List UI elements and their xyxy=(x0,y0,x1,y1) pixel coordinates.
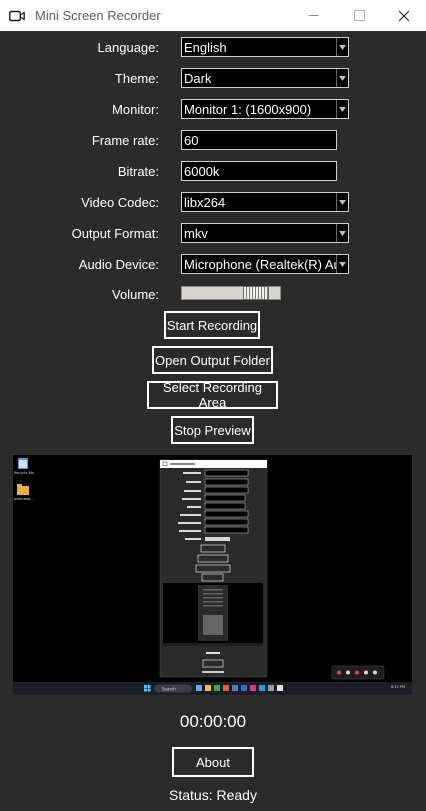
frame-rate-label: Frame rate: xyxy=(91,133,159,148)
monitor-value: Monitor 1: (1600x900) xyxy=(184,102,312,117)
taskbar-clock: 6:12 PM xyxy=(391,685,405,689)
bitrate-field[interactable] xyxy=(181,161,337,181)
chevron-down-icon[interactable] xyxy=(336,193,348,211)
volume-row: Volume: xyxy=(0,284,426,306)
theme-select[interactable]: Dark xyxy=(181,68,349,88)
chevron-down-icon[interactable] xyxy=(336,255,348,273)
minimize-icon xyxy=(308,15,318,16)
bitrate-input[interactable] xyxy=(184,163,332,179)
output-format-row: Output Format: mkv xyxy=(0,223,426,245)
recording-timer: 00:00:00 xyxy=(179,712,247,731)
language-value: English xyxy=(184,40,227,55)
select-recording-area-button[interactable]: Select Recording Area xyxy=(147,380,278,410)
video-codec-row: Video Codec: libx264 xyxy=(0,192,426,214)
volume-label: Volume: xyxy=(112,287,159,302)
theme-value: Dark xyxy=(184,71,212,86)
open-output-folder-button[interactable]: Open Output Folder xyxy=(152,346,273,374)
chevron-down-icon[interactable] xyxy=(336,69,348,87)
video-codec-value: libx264 xyxy=(184,195,226,210)
audio-device-value: Microphone (Realtek(R) Audio) xyxy=(184,257,336,272)
title-bar: Mini Screen Recorder xyxy=(0,0,426,31)
audio-device-select[interactable]: Microphone (Realtek(R) Audio) xyxy=(181,254,349,274)
language-label: Language: xyxy=(97,40,159,55)
output-format-label: Output Format: xyxy=(71,226,159,241)
audio-device-label: Audio Device: xyxy=(78,257,159,272)
taskbar-search-text: Search xyxy=(162,687,176,692)
bitrate-row: Bitrate: xyxy=(0,161,426,183)
preview-desktop-image: Recycle Bin ashmeda... Search 6:12 PM xyxy=(13,455,412,695)
monitor-select[interactable]: Monitor 1: (1600x900) xyxy=(181,99,349,119)
video-codec-select[interactable]: libx264 xyxy=(181,192,349,212)
close-icon xyxy=(398,10,410,21)
stop-preview-button[interactable]: Stop Preview xyxy=(171,416,254,444)
chevron-down-icon[interactable] xyxy=(336,224,348,242)
frame-rate-row: Frame rate: xyxy=(0,130,426,152)
start-recording-button[interactable]: Start Recording xyxy=(164,311,260,339)
frame-rate-input[interactable] xyxy=(184,132,332,148)
volume-slider-handle[interactable] xyxy=(243,286,269,300)
output-format-value: mkv xyxy=(184,226,208,241)
language-select[interactable]: English xyxy=(181,37,349,57)
video-camera-icon xyxy=(9,10,25,21)
recycle-bin-label: Recycle Bin xyxy=(14,471,34,475)
output-format-select[interactable]: mkv xyxy=(181,223,349,243)
frame-rate-field[interactable] xyxy=(181,130,337,150)
theme-label: Theme: xyxy=(114,71,159,86)
screen-preview: Recycle Bin ashmeda... Search 6:12 PM xyxy=(13,455,412,695)
monitor-row: Monitor: Monitor 1: (1600x900) xyxy=(0,99,426,121)
window-title: Mini Screen Recorder xyxy=(35,8,161,23)
folder-label: ashmeda... xyxy=(14,497,33,501)
minimize-button[interactable] xyxy=(290,0,336,31)
maximize-button[interactable] xyxy=(336,0,382,31)
monitor-label: Monitor: xyxy=(112,102,159,117)
volume-slider[interactable] xyxy=(181,286,281,300)
chevron-down-icon[interactable] xyxy=(336,38,348,56)
video-codec-label: Video Codec: xyxy=(81,195,159,210)
bitrate-label: Bitrate: xyxy=(117,164,159,179)
audio-device-row: Audio Device: Microphone (Realtek(R) Aud… xyxy=(0,254,426,276)
about-button[interactable]: About xyxy=(172,747,254,777)
recycle-bin-icon xyxy=(18,458,28,469)
status-label: Status: Ready xyxy=(169,787,257,803)
maximize-icon xyxy=(353,10,365,21)
close-button[interactable] xyxy=(382,0,426,31)
theme-row: Theme: Dark xyxy=(0,68,426,90)
chevron-down-icon[interactable] xyxy=(336,100,348,118)
language-row: Language: English xyxy=(0,37,426,59)
